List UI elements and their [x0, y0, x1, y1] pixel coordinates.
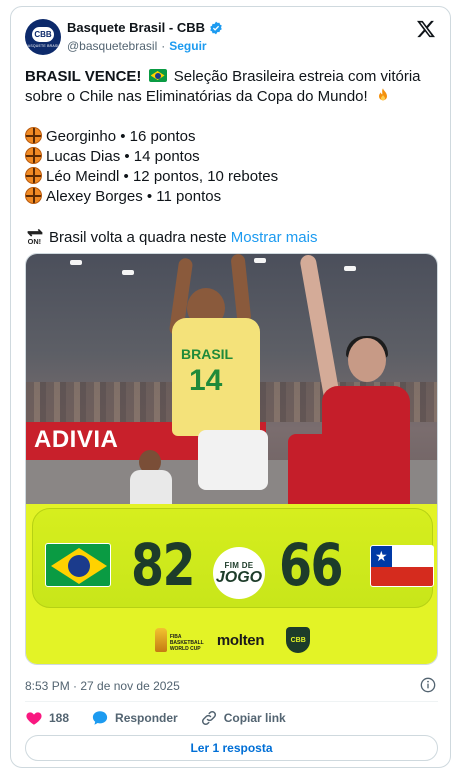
handle[interactable]: @basquetebrasil: [67, 39, 157, 53]
timestamp[interactable]: 8:53 PM · 27 de nov de 2025: [25, 679, 180, 693]
final-badge-bottom: JOGO: [215, 568, 263, 586]
action-bar: 188 Responder Copiar link: [25, 705, 438, 731]
brazil-flag-icon: [45, 543, 111, 587]
cbb-badge-text: CBB: [290, 636, 306, 644]
defender-head: [348, 338, 386, 382]
sponsor-row: FIBA BASKETBALL WORLD CUP molten CBB: [26, 622, 437, 658]
chile-flag-icon: ★: [370, 545, 434, 587]
chile-jersey: [322, 386, 410, 506]
cbb-badge-logo: CBB: [286, 627, 311, 653]
score-panel: 82 FIM DE JOGO 66 ★: [32, 508, 434, 608]
player-arm: [230, 254, 252, 325]
avatar[interactable]: CBB BASQUETE BRASIL: [25, 19, 61, 55]
headline-text-2: sobre o Chile nas Eliminatórias da Copa …: [25, 88, 368, 105]
ceiling-light: [344, 266, 356, 271]
world-cup-logo-text: FIBA BASKETBALL WORLD CUP: [169, 634, 204, 652]
heart-icon: [26, 712, 42, 725]
tweet-media-image[interactable]: ADIVIA BRASIL 14 82 FIM DE JOGO 66 ★ FIB…: [25, 253, 438, 665]
stat-line-1: Georginho • 16 pontos: [25, 127, 441, 147]
headline-text-1: Seleção Brasileira estreia com vitória: [173, 68, 421, 85]
on-arrow-icon: ON!: [27, 228, 43, 245]
world-cup-trophy-logo: FIBA BASKETBALL WORLD CUP: [154, 626, 204, 654]
author-name-row: Basquete Brasil - CBB: [67, 20, 223, 35]
stat-text: Georginho • 16 pontos: [46, 128, 196, 145]
next-game-line: ON! Brasil volta a quadra neste Mostrar …: [25, 227, 441, 248]
player-shorts: [198, 430, 268, 490]
basketball-icon: [25, 167, 42, 184]
stat-text: Alexey Borges • 11 pontos: [46, 188, 222, 205]
tweet-text: BRASIL VENCE! Seleção Brasileira estreia…: [25, 67, 441, 248]
stat-line-3: Léo Meindl • 12 pontos, 10 rebotes: [25, 167, 441, 187]
display-name[interactable]: Basquete Brasil - CBB: [67, 20, 205, 35]
final-badge: FIM DE JOGO: [213, 547, 265, 599]
like-count: 188: [49, 711, 70, 725]
stat-line-2: Lucas Dias • 14 pontos: [25, 147, 441, 167]
reply-bubble-icon: [92, 711, 108, 725]
copy-link-label: Copiar link: [223, 711, 286, 725]
brazil-flag-icon: [148, 69, 167, 82]
tweet-card: CBB BASQUETE BRASIL Basquete Brasil - CB…: [10, 6, 451, 768]
link-icon: [201, 710, 216, 726]
verified-icon: [210, 21, 222, 34]
avatar-subtext: BASQUETE BRASIL: [25, 43, 61, 48]
read-replies-button[interactable]: Ler 1 resposta: [25, 735, 438, 761]
ceiling-light: [254, 258, 266, 263]
fire-icon: [378, 88, 387, 101]
x-logo-icon[interactable]: [416, 19, 436, 39]
copy-link-button[interactable]: Copiar link: [200, 709, 286, 727]
basketball-icon: [25, 127, 42, 144]
reply-button[interactable]: Responder: [91, 709, 178, 727]
scoreboard: 82 FIM DE JOGO 66 ★ FIBA BASKETBALL WORL…: [26, 504, 437, 664]
info-icon[interactable]: [420, 677, 436, 693]
headline-line-2: sobre o Chile nas Eliminatórias da Copa …: [25, 87, 441, 107]
headline-line-1: BRASIL VENCE! Seleção Brasileira estreia…: [25, 67, 441, 87]
avatar-logo: CBB: [32, 26, 54, 42]
molten-logo: molten: [216, 631, 265, 649]
show-more-link[interactable]: Mostrar mais: [231, 229, 318, 246]
game-photo: ADIVIA BRASIL 14: [26, 254, 437, 510]
jersey-number: 14: [189, 364, 223, 397]
stat-text: Léo Meindl • 12 pontos, 10 rebotes: [46, 168, 279, 185]
divider: [25, 701, 438, 702]
score-home: 82: [131, 531, 196, 599]
stat-line-4: Alexey Borges • 11 pontos: [25, 187, 441, 207]
reply-label: Responder: [115, 711, 178, 725]
jersey-text: BRASIL: [181, 346, 234, 362]
headline-bold: BRASIL VENCE!: [25, 68, 142, 85]
handle-row: @basquetebrasil · Seguir: [67, 39, 207, 53]
svg-text:ON!: ON!: [28, 237, 42, 245]
basketball-icon: [25, 187, 42, 204]
ceiling-light: [70, 260, 82, 265]
next-game-text: Brasil volta a quadra neste: [49, 229, 227, 246]
separator: ·: [161, 39, 166, 53]
score-away: 66: [279, 531, 344, 599]
like-button[interactable]: 188: [25, 709, 69, 727]
follow-button[interactable]: Seguir: [169, 39, 206, 53]
basketball-icon: [25, 147, 42, 164]
arena-banner-text: ADIVIA: [34, 426, 119, 453]
ceiling-light: [122, 270, 134, 275]
stat-text: Lucas Dias • 14 pontos: [46, 148, 200, 165]
